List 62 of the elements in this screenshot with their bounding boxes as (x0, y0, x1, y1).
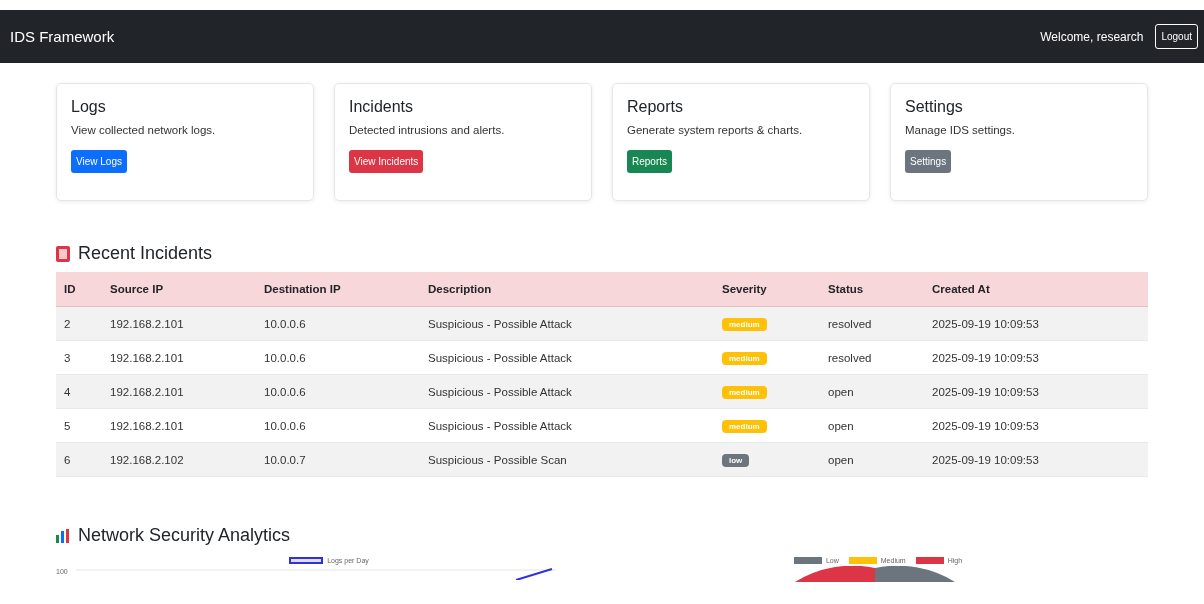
column-header: Severity (714, 272, 820, 307)
column-header: Status (820, 272, 924, 307)
bar-chart-icon (56, 528, 70, 543)
severity-badge: medium (722, 385, 767, 399)
table-cell: 3 (56, 340, 102, 375)
card-title: Logs (71, 98, 106, 116)
table-cell: open (820, 408, 924, 443)
severity-badge: medium (722, 419, 767, 433)
column-header: Created At (924, 272, 1148, 307)
logout-button[interactable]: Logout (1155, 24, 1198, 49)
card-button[interactable]: Settings (905, 150, 952, 173)
card-text: Detected intrusions and alerts. (349, 124, 505, 136)
table-cell: 2025-09-19 10:09:53 (924, 306, 1148, 341)
table-cell: 2025-09-19 10:09:53 (924, 442, 1148, 477)
table-cell: open (820, 442, 924, 477)
table-cell: 10.0.0.6 (256, 408, 420, 443)
table-cell: 2025-09-19 10:09:53 (924, 340, 1148, 375)
table-cell: 6 (56, 442, 102, 477)
legend-swatch (289, 556, 324, 564)
table-cell: 10.0.0.6 (256, 340, 420, 375)
table-cell: Suspicious - Possible Attack (420, 306, 714, 341)
card-text: View collected network logs. (71, 124, 216, 136)
table-cell: 2025-09-19 10:09:53 (924, 408, 1148, 443)
table-cell: 5 (56, 408, 102, 443)
table-cell: 2025-09-19 10:09:53 (924, 374, 1148, 409)
table-cell: 192.168.2.102 (102, 442, 256, 477)
table-cell: resolved (820, 306, 924, 341)
table-cell: 192.168.2.101 (102, 340, 256, 375)
section-title: Recent Incidents (78, 243, 213, 264)
table-cell: 192.168.2.101 (102, 408, 256, 443)
column-header: ID (56, 272, 102, 307)
section-title: Network Security Analytics (78, 525, 291, 546)
card-title: Reports (627, 98, 684, 116)
table-cell: Suspicious - Possible Attack (420, 408, 714, 443)
welcome-text: Welcome, research (1040, 29, 1144, 44)
table-cell: Suspicious - Possible Attack (420, 374, 714, 409)
card-title: Incidents (349, 98, 414, 116)
table-cell: 10.0.0.6 (256, 306, 420, 341)
card-text: Generate system reports & charts. (627, 124, 803, 136)
table-cell: 10.0.0.6 (256, 374, 420, 409)
table-cell: open (820, 374, 924, 409)
card-button[interactable]: View Incidents (349, 150, 424, 173)
alert-icon (56, 245, 70, 262)
table-cell: Suspicious - Possible Attack (420, 340, 714, 375)
card-button[interactable]: View Logs (71, 150, 127, 173)
column-header: Description (420, 272, 714, 307)
column-header: Source IP (102, 272, 256, 307)
table-cell: resolved (820, 340, 924, 375)
table-cell: 10.0.0.7 (256, 442, 420, 477)
card-text: Manage IDS settings. (905, 124, 1015, 136)
table-cell: 192.168.2.101 (102, 306, 256, 341)
brand-title[interactable]: IDS Framework (10, 28, 115, 45)
severity-badge: medium (722, 317, 767, 331)
table-cell: 2 (56, 306, 102, 341)
severity-badge: low (722, 453, 750, 467)
card-button[interactable]: Reports (627, 150, 672, 173)
table-cell: 4 (56, 374, 102, 409)
table-cell: 192.168.2.101 (102, 374, 256, 409)
table-cell: Suspicious - Possible Scan (420, 442, 714, 477)
severity-badge: medium (722, 351, 767, 365)
card-title: Settings (905, 98, 963, 116)
column-header: Destination IP (256, 272, 420, 307)
